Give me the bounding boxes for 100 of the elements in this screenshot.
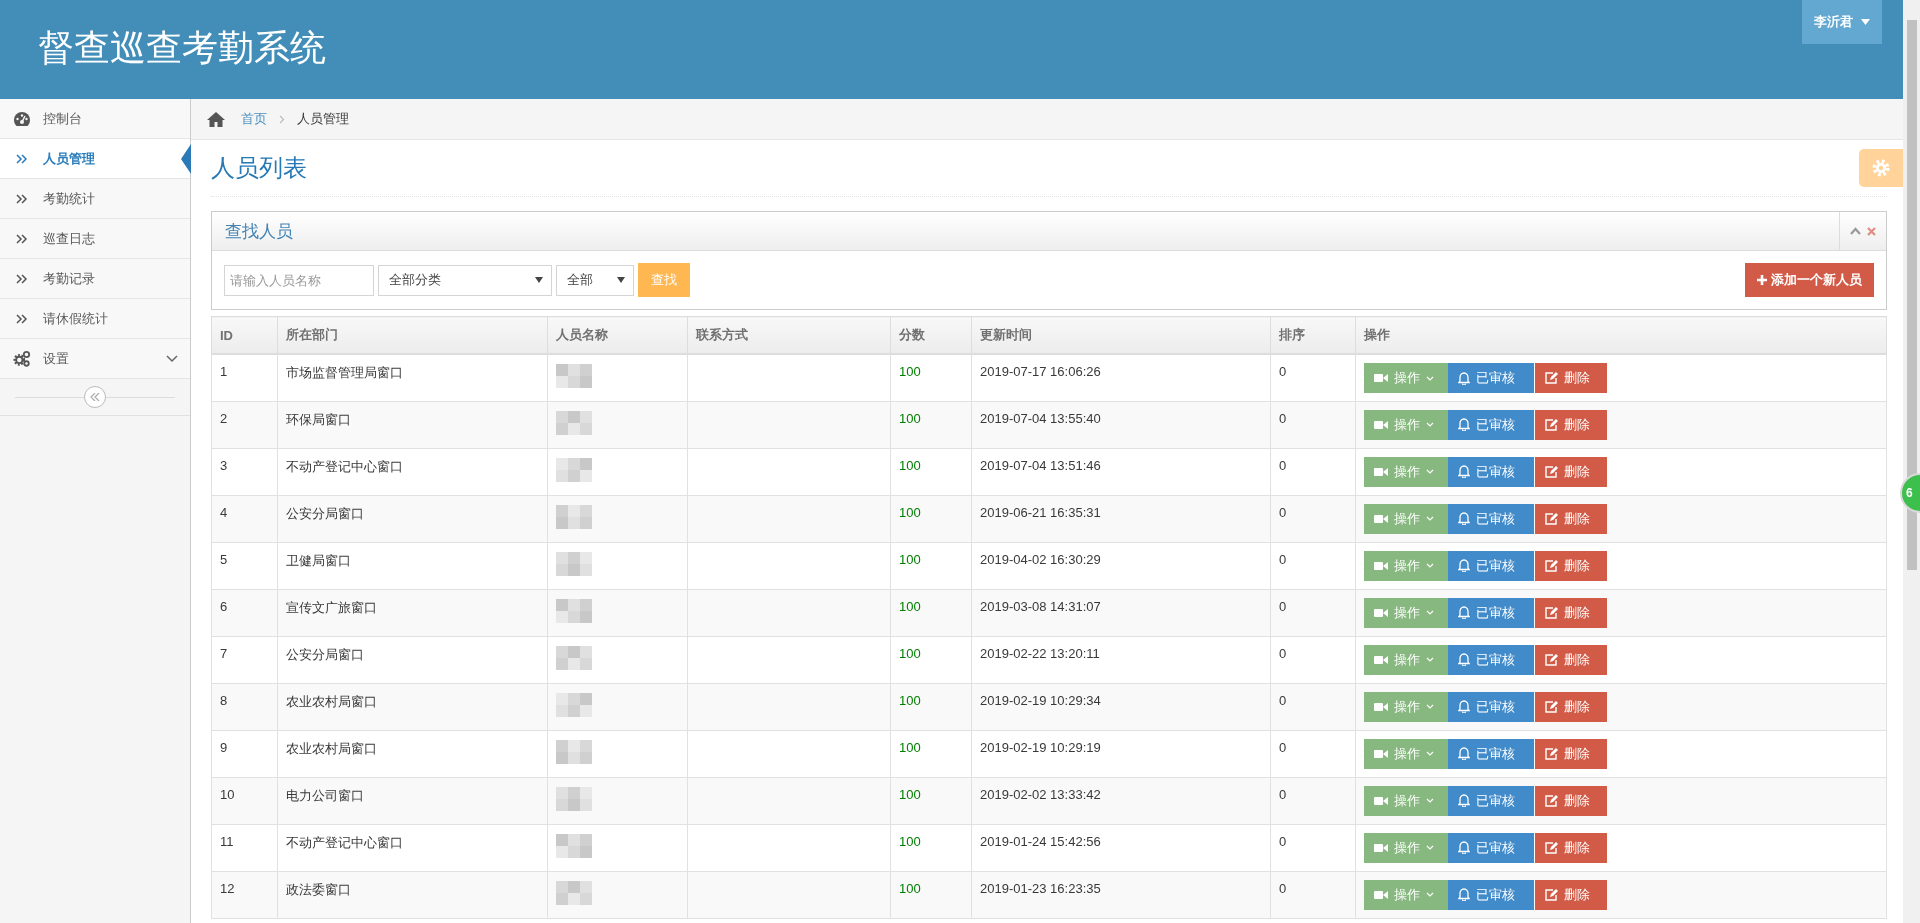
table-cell: 100 (890, 495, 972, 542)
table-cell: 10 (211, 777, 278, 824)
video-camera-icon (1374, 889, 1388, 900)
user-menu[interactable]: 李沂君 (1802, 0, 1882, 44)
delete-button[interactable]: 删除 (1535, 363, 1607, 393)
name-search-field[interactable]: 请输入人员名称 (224, 264, 374, 296)
scrollbar[interactable] (1903, 0, 1920, 923)
chevron-down-icon (1426, 516, 1434, 521)
table-cell: 100 (890, 636, 972, 683)
table-cell: 100 (890, 777, 972, 824)
table-cell: 9 (211, 730, 278, 777)
operation-dropdown-button[interactable]: 操作 (1364, 785, 1448, 816)
operation-dropdown-button[interactable]: 操作 (1364, 879, 1448, 910)
delete-button[interactable]: 删除 (1535, 409, 1607, 440)
bell-icon (1458, 888, 1470, 901)
chevron-down-icon (1426, 563, 1434, 568)
delete-button[interactable]: 删除 (1535, 691, 1607, 722)
table-cell: 2019-01-23 16:23:35 (971, 871, 1271, 918)
chevron-down-icon (1426, 845, 1434, 850)
table-cell: 公安分局窗口 (277, 636, 548, 683)
reviewed-button[interactable]: 已审核 (1448, 879, 1534, 910)
column-header: 排序 (1270, 316, 1356, 354)
settings-button[interactable] (1859, 149, 1903, 187)
table-cell: 0 (1270, 636, 1356, 683)
edit-icon (1545, 606, 1558, 619)
chevron-down-icon (1426, 657, 1434, 662)
breadcrumb-current: 人员管理 (297, 110, 349, 128)
bell-icon (1458, 794, 1470, 807)
double-chevron-icon (16, 313, 28, 324)
video-camera-icon (1374, 748, 1388, 759)
chevron-down-icon (1426, 375, 1434, 381)
reviewed-button[interactable]: 已审核 (1448, 597, 1534, 628)
chevron-up-icon[interactable] (1850, 227, 1861, 235)
table-cell: 2019-04-02 16:30:29 (971, 542, 1271, 589)
category-select[interactable]: 全部分类 (378, 264, 552, 296)
table-cell: 2019-07-17 16:06:26 (971, 354, 1271, 401)
blurred-name-drawing (556, 880, 592, 905)
reviewed-button[interactable]: 已审核 (1448, 456, 1534, 487)
column-header: 所在部门 (277, 316, 548, 354)
video-camera-icon (1374, 513, 1388, 524)
reviewed-button[interactable]: 已审核 (1448, 409, 1534, 440)
edit-icon (1545, 794, 1558, 807)
delete-button[interactable]: 删除 (1535, 832, 1607, 863)
reviewed-button[interactable]: 已审核 (1448, 363, 1534, 393)
delete-button[interactable]: 删除 (1535, 644, 1607, 675)
table-cell: 2019-02-02 13:33:42 (971, 777, 1271, 824)
reviewed-button[interactable]: 已审核 (1448, 503, 1534, 534)
bell-icon (1458, 606, 1470, 619)
reviewed-button[interactable]: 已审核 (1448, 738, 1534, 769)
video-camera-icon (1374, 466, 1388, 477)
edit-icon (1545, 653, 1558, 666)
blurred-name-drawing (556, 457, 592, 482)
caret-icon (535, 277, 543, 283)
operation-dropdown-button[interactable]: 操作 (1364, 691, 1448, 722)
operation-dropdown-button[interactable]: 操作 (1364, 363, 1448, 393)
video-camera-icon (1374, 701, 1388, 712)
reviewed-button[interactable]: 已审核 (1448, 644, 1534, 675)
operation-dropdown-button[interactable]: 操作 (1364, 597, 1448, 628)
column-header: 更新时间 (971, 316, 1271, 354)
table-cell: 农业农村局窗口 (277, 683, 548, 730)
double-chevron-icon (16, 153, 28, 164)
operation-dropdown-button[interactable]: 操作 (1364, 738, 1448, 769)
delete-button[interactable]: 删除 (1535, 503, 1607, 534)
caret-icon (1861, 19, 1870, 25)
edit-icon (1545, 559, 1558, 572)
reviewed-button[interactable]: 已审核 (1448, 785, 1534, 816)
operation-dropdown-button[interactable]: 操作 (1364, 644, 1448, 675)
bell-icon (1458, 465, 1470, 478)
blurred-name-drawing (556, 645, 592, 670)
table-cell: 100 (890, 730, 972, 777)
operation-dropdown-button[interactable]: 操作 (1364, 409, 1448, 440)
table-cell: 2019-06-21 16:35:31 (971, 495, 1271, 542)
chevron-down-icon (1426, 751, 1434, 756)
delete-button[interactable]: 删除 (1535, 597, 1607, 628)
delete-button[interactable]: 删除 (1535, 738, 1607, 769)
table-cell: 不动产登记中心窗口 (277, 824, 548, 871)
delete-button[interactable]: 删除 (1535, 456, 1607, 487)
collapse-sidebar-button[interactable] (84, 386, 106, 408)
reviewed-button[interactable]: 已审核 (1448, 550, 1534, 581)
operation-dropdown-button[interactable]: 操作 (1364, 456, 1448, 487)
table-cell: 卫健局窗口 (277, 542, 548, 589)
table-cell: 2 (211, 401, 278, 448)
breadcrumb-link[interactable]: 首页 (241, 110, 267, 128)
floating-badge[interactable]: 6 (1900, 473, 1920, 513)
status-select[interactable]: 全部 (556, 264, 634, 296)
table-cell: 0 (1270, 589, 1356, 636)
delete-button[interactable]: 删除 (1535, 550, 1607, 581)
reviewed-button[interactable]: 已审核 (1448, 832, 1534, 863)
sidebar-item[interactable]: 人员管理 (0, 139, 190, 179)
chevron-down-icon (1426, 422, 1434, 427)
delete-button[interactable]: 删除 (1535, 879, 1607, 910)
reviewed-button[interactable]: 已审核 (1448, 691, 1534, 722)
add-person-button[interactable]: 添加一个新人员 (1745, 263, 1874, 297)
operation-dropdown-button[interactable]: 操作 (1364, 503, 1448, 534)
close-icon[interactable] (1867, 226, 1876, 236)
operation-dropdown-button[interactable]: 操作 (1364, 550, 1448, 581)
column-header: ID (211, 316, 278, 354)
operation-dropdown-button[interactable]: 操作 (1364, 832, 1448, 863)
delete-button[interactable]: 删除 (1535, 785, 1607, 816)
home-icon (207, 111, 225, 127)
